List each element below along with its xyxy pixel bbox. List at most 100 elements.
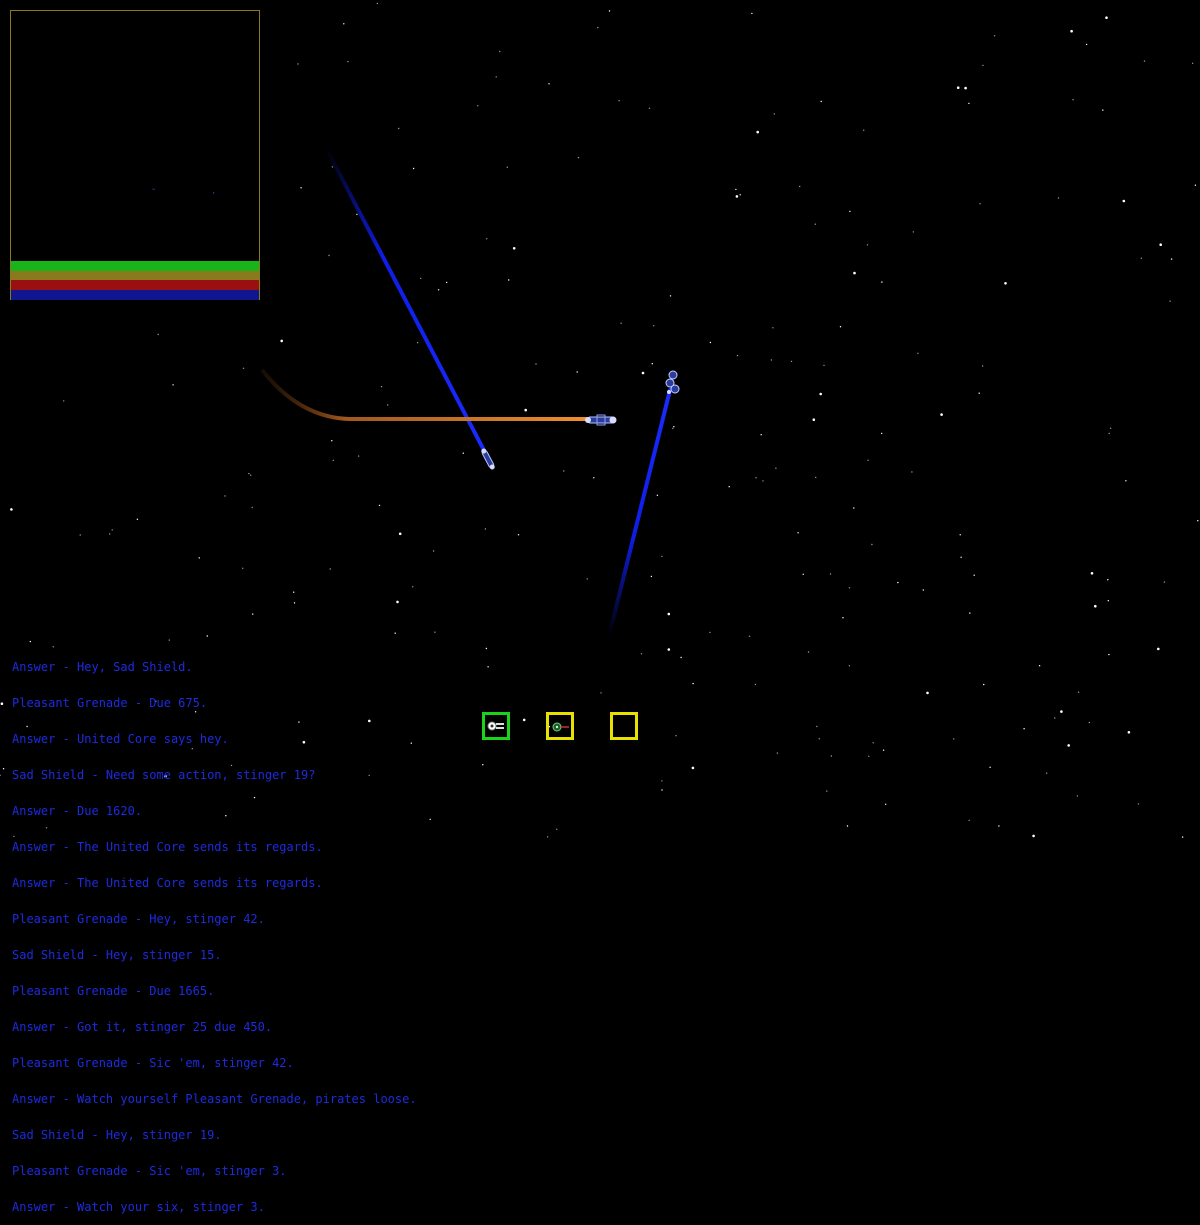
star [868,755,870,757]
star [1077,691,1080,693]
star [462,452,464,454]
star [63,400,65,402]
star [1085,43,1088,46]
star [922,589,924,591]
star [512,247,516,250]
star [248,472,250,475]
star [297,63,299,65]
star [343,23,345,25]
star [432,550,435,552]
star [434,631,436,633]
star [1137,803,1140,805]
star [672,427,674,430]
star [446,281,448,284]
star [546,836,549,838]
hotbar-slot-2[interactable] [546,712,574,740]
star [799,185,801,188]
star [885,803,887,805]
hotbar-slot-3[interactable] [610,712,638,740]
star [429,818,431,821]
star [760,434,762,436]
blue-beam-trail-1 [324,146,490,460]
star [0,774,1,776]
ship-sprite[interactable] [480,448,495,471]
star [376,2,378,5]
star [157,333,159,336]
star [1023,728,1025,730]
star [1163,581,1166,583]
star [331,166,334,168]
star [347,60,349,63]
star [597,26,599,29]
star [172,384,174,386]
star [776,752,779,754]
star [823,364,825,367]
star [790,360,793,363]
star [755,477,757,479]
star [486,238,488,240]
star [618,100,620,102]
star [586,578,588,580]
chat-line: Pleasant Grenade - Sic 'em, stinger 3. [12,1164,287,1178]
status-bar-blue [11,290,259,300]
star [669,295,672,297]
hotbar-slot-1[interactable] [482,712,510,740]
star [1072,99,1074,101]
star [650,575,653,578]
star [912,231,915,233]
star [812,418,816,422]
star [846,825,849,827]
star [332,459,334,462]
star [993,35,996,37]
star [1122,199,1126,203]
star [620,322,622,324]
star [736,354,739,357]
star [691,766,695,770]
status-bar-red [11,280,259,290]
star [387,404,389,406]
star [648,107,651,110]
star [641,371,645,375]
chat-line: Pleasant Grenade - Hey, stinger 42. [12,912,265,926]
ship-sprite[interactable] [585,414,617,426]
star [897,581,899,584]
star [412,586,414,588]
star [829,573,832,575]
minimap[interactable]: ᵕ · [10,10,260,300]
star [1108,653,1110,656]
star [600,692,602,694]
star [762,480,764,482]
star [1105,16,1108,20]
star [1127,731,1131,734]
star [1143,60,1146,62]
star [329,568,331,570]
star [396,600,399,604]
chat-line: Answer - Hey, Sad Shield. [12,660,193,674]
star [577,156,580,159]
chat-line: Answer - Watch yourself Pleasant Grenade… [12,1092,417,1106]
star [1102,109,1104,111]
star [524,408,527,412]
chat-line: Answer - The United Core sends its regar… [12,876,323,890]
ship-sprite[interactable] [665,370,680,394]
status-bar-green [11,261,259,271]
star [881,281,883,283]
star [1045,772,1048,774]
star [10,508,13,511]
star [2,768,5,770]
star [1088,721,1091,724]
drone-icon [552,722,569,732]
star [136,518,139,520]
status-bar-olive [11,271,259,280]
star [1194,184,1197,186]
star [1094,604,1097,608]
star [816,725,818,728]
star [593,477,595,479]
chat-log: Answer - Hey, Sad Shield. Pleasant Grena… [12,637,417,1225]
star [1057,197,1060,199]
star [815,476,817,479]
star [484,528,487,530]
star [328,254,330,257]
minimap-blip: ᵕ [151,186,157,196]
star [280,339,284,343]
